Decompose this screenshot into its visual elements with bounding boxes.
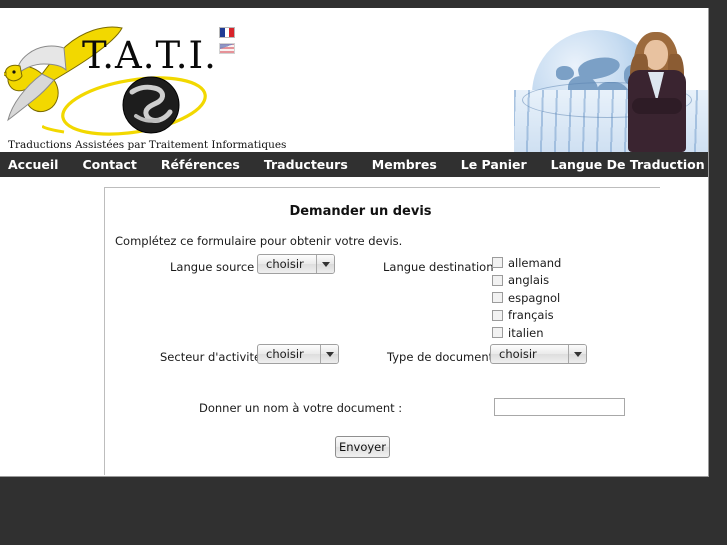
site-container: T.A.T.I. Traductions Assistées par Trait… — [0, 8, 709, 477]
checkbox-label-francais: français — [508, 308, 554, 323]
nav-item-langue-de-traduction[interactable]: Langue De Traduction — [551, 152, 708, 177]
checkbox-row-anglais[interactable]: anglais — [492, 272, 561, 290]
banner-businesswoman — [626, 32, 688, 152]
globe-icon — [122, 76, 180, 134]
checkbox-label-italien: italien — [508, 325, 544, 340]
nav-item-references[interactable]: Références — [161, 152, 253, 177]
select-secteur-activite-value: choisir — [266, 347, 304, 361]
logo-tagline: Traductions Assistées par Traitement Inf… — [8, 139, 287, 151]
checkbox-label-espagnol: espagnol — [508, 290, 561, 305]
label-nom-document: Donner un nom à votre document : — [199, 401, 403, 415]
banner-landmass — [556, 66, 574, 80]
checkbox-allemand[interactable] — [492, 257, 503, 269]
businesswoman-arms — [632, 98, 682, 114]
label-langue-destination: Langue destination — [383, 260, 494, 274]
form-intro-text: Complétez ce formulaire pour obtenir vot… — [115, 234, 403, 248]
checkbox-row-italien[interactable]: italien — [492, 324, 561, 342]
nav-item-contact[interactable]: Contact — [82, 152, 149, 177]
label-type-document: Type de document — [387, 350, 494, 364]
banner-globe-businesswoman-image — [514, 18, 708, 152]
select-type-document-value: choisir — [499, 347, 537, 361]
label-langue-source: Langue source — [170, 260, 255, 274]
langue-destination-checkbox-group: allemand anglais espagnol français itali… — [492, 254, 561, 342]
select-type-document[interactable]: choisir — [490, 344, 587, 364]
select-secteur-activite[interactable]: choisir — [257, 344, 339, 364]
flag-fr-icon[interactable] — [219, 27, 235, 38]
page-root: T.A.T.I. Traductions Assistées par Trait… — [0, 0, 727, 545]
select-secteur-activite-arrow[interactable] — [320, 345, 338, 363]
nav-item-membres[interactable]: Membres — [372, 152, 450, 177]
submit-button[interactable]: Envoyer — [335, 436, 390, 458]
flag-fr-red-band — [229, 28, 235, 37]
flag-en-icon[interactable] — [219, 43, 235, 54]
select-langue-source-value: choisir — [266, 257, 304, 271]
flag-en-field — [220, 44, 234, 53]
checkbox-row-espagnol[interactable]: espagnol — [492, 289, 561, 307]
checkbox-row-allemand[interactable]: allemand — [492, 254, 561, 272]
main-navigation: Accueil Contact Références Traducteurs M… — [0, 152, 708, 177]
page-title: Demander un devis — [289, 204, 432, 219]
select-langue-source-arrow[interactable] — [316, 255, 334, 273]
checkbox-italien[interactable] — [492, 327, 503, 339]
nav-item-traducteurs[interactable]: Traducteurs — [264, 152, 361, 177]
checkbox-espagnol[interactable] — [492, 292, 503, 304]
nav-item-accueil[interactable]: Accueil — [8, 152, 71, 177]
select-langue-source[interactable]: choisir — [257, 254, 335, 274]
chevron-down-icon — [321, 261, 330, 267]
label-secteur-activite: Secteur d'activité — [160, 350, 262, 364]
checkbox-label-allemand: allemand — [508, 255, 562, 270]
checkbox-row-francais[interactable]: français — [492, 307, 561, 325]
checkbox-anglais[interactable] — [492, 274, 503, 286]
document-name-input[interactable] — [494, 398, 625, 416]
checkbox-label-anglais: anglais — [508, 273, 550, 288]
chevron-down-icon — [573, 351, 582, 357]
site-logo[interactable]: T.A.T.I. Traductions Assistées par Trait… — [0, 8, 300, 152]
quote-form-panel: Demander un devis Complétez ce formulair… — [104, 187, 660, 475]
chevron-down-icon — [325, 351, 334, 357]
nav-item-le-panier[interactable]: Le Panier — [461, 152, 540, 177]
logo-acronym: T.A.T.I. — [82, 34, 217, 77]
site-header: T.A.T.I. Traductions Assistées par Trait… — [0, 8, 708, 152]
content-area: Demander un devis Complétez ce formulair… — [0, 177, 708, 476]
select-type-document-arrow[interactable] — [568, 345, 586, 363]
checkbox-francais[interactable] — [492, 309, 503, 321]
